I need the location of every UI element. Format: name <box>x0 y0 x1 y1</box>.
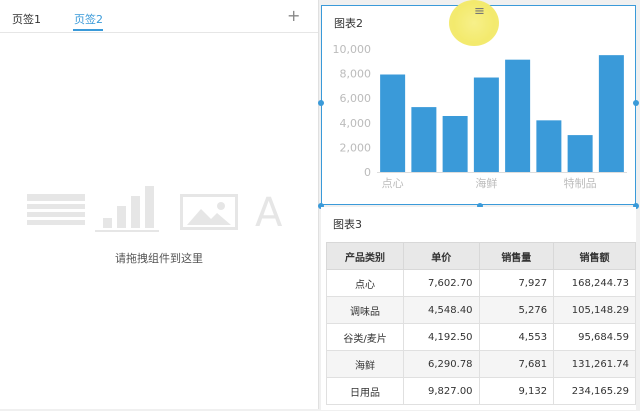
bar <box>442 115 468 172</box>
drop-hint: 请拖拽组件到这里 <box>115 252 203 265</box>
column-header[interactable]: 产品类别 <box>325 242 405 270</box>
y-tick-label: 8,000 <box>340 68 372 81</box>
bar <box>473 77 499 172</box>
bar <box>567 135 593 172</box>
table-row: 海鲜 6,290.78 7,681 131,261.74 <box>325 350 636 378</box>
table-row: 日用品 9,827.00 9,132 234,165.29 <box>325 377 636 405</box>
y-tick-label: 4,000 <box>340 117 372 130</box>
cell-sales: 105,148.29 <box>553 296 636 324</box>
x-tick-label: 点心 <box>382 177 404 190</box>
cell-quantity: 5,276 <box>478 296 555 324</box>
x-tick-label: 海鲜 <box>475 176 497 190</box>
text-placeholder-icon: A <box>255 190 283 236</box>
add-tab-button[interactable]: + <box>287 6 300 25</box>
tab-canvas-panel: 页签1 页签2 + A 请拖拽组件到这里 <box>0 0 319 409</box>
cell-category: 日用品 <box>325 377 405 405</box>
tab-bar: 页签1 页签2 + <box>0 0 318 33</box>
tab-2[interactable]: 页签2 <box>74 11 103 27</box>
column-header[interactable]: 销售量 <box>478 242 555 270</box>
cell-unit-price: 4,192.50 <box>403 323 480 351</box>
cell-category: 点心 <box>325 269 405 297</box>
table-row: 谷类/麦片 4,192.50 4,553 95,684.59 <box>325 323 636 351</box>
tab-1[interactable]: 页签1 <box>12 11 41 27</box>
y-tick-label: 0 <box>364 166 371 179</box>
cell-unit-price: 7,602.70 <box>403 269 480 297</box>
placeholder-widgets: A <box>27 186 297 240</box>
cell-quantity: 4,553 <box>478 323 555 351</box>
cell-unit-price: 4,548.40 <box>403 296 480 324</box>
chart-placeholder-icon <box>95 186 159 240</box>
table-widget[interactable]: 图表3 产品类别 单价 销售量 销售额 点心 7,602.70 7,927 16… <box>321 207 636 410</box>
image-placeholder-icon <box>180 194 238 230</box>
cell-sales: 168,244.73 <box>553 269 636 297</box>
x-tick-label: 特制品 <box>564 176 597 190</box>
cell-sales: 234,165.29 <box>553 377 636 405</box>
bar <box>411 107 437 172</box>
cell-unit-price: 6,290.78 <box>403 350 480 378</box>
resize-handle-right[interactable] <box>633 100 639 106</box>
bar <box>505 59 531 172</box>
column-header[interactable]: 单价 <box>403 242 480 270</box>
y-tick-label: 10,000 <box>333 43 372 56</box>
cell-quantity: 7,927 <box>478 269 555 297</box>
y-tick-label: 2,000 <box>340 141 372 154</box>
drag-handle-icon[interactable]: ≡ <box>474 4 485 19</box>
table-row: 调味品 4,548.40 5,276 105,148.29 <box>325 296 636 324</box>
bar <box>380 74 406 172</box>
data-table: 产品类别 单价 销售量 销售额 点心 7,602.70 7,927 168,24… <box>325 242 636 405</box>
bar <box>598 55 624 172</box>
resize-handle-left[interactable] <box>318 100 324 106</box>
cell-quantity: 9,132 <box>478 377 555 405</box>
table-title: 图表3 <box>333 218 362 231</box>
cell-unit-price: 9,827.00 <box>403 377 480 405</box>
cell-category: 调味品 <box>325 296 405 324</box>
table-row: 点心 7,602.70 7,927 168,244.73 <box>325 269 636 297</box>
cell-category: 海鲜 <box>325 350 405 378</box>
cell-quantity: 7,681 <box>478 350 555 378</box>
active-tab-indicator <box>73 29 103 31</box>
bar <box>536 120 562 172</box>
cell-sales: 131,261.74 <box>553 350 636 378</box>
cell-sales: 95,684.59 <box>553 323 636 351</box>
table-placeholder-icon <box>27 194 85 226</box>
cell-category: 谷类/麦片 <box>325 323 405 351</box>
y-tick-label: 6,000 <box>340 92 372 105</box>
column-header[interactable]: 销售额 <box>553 242 636 270</box>
